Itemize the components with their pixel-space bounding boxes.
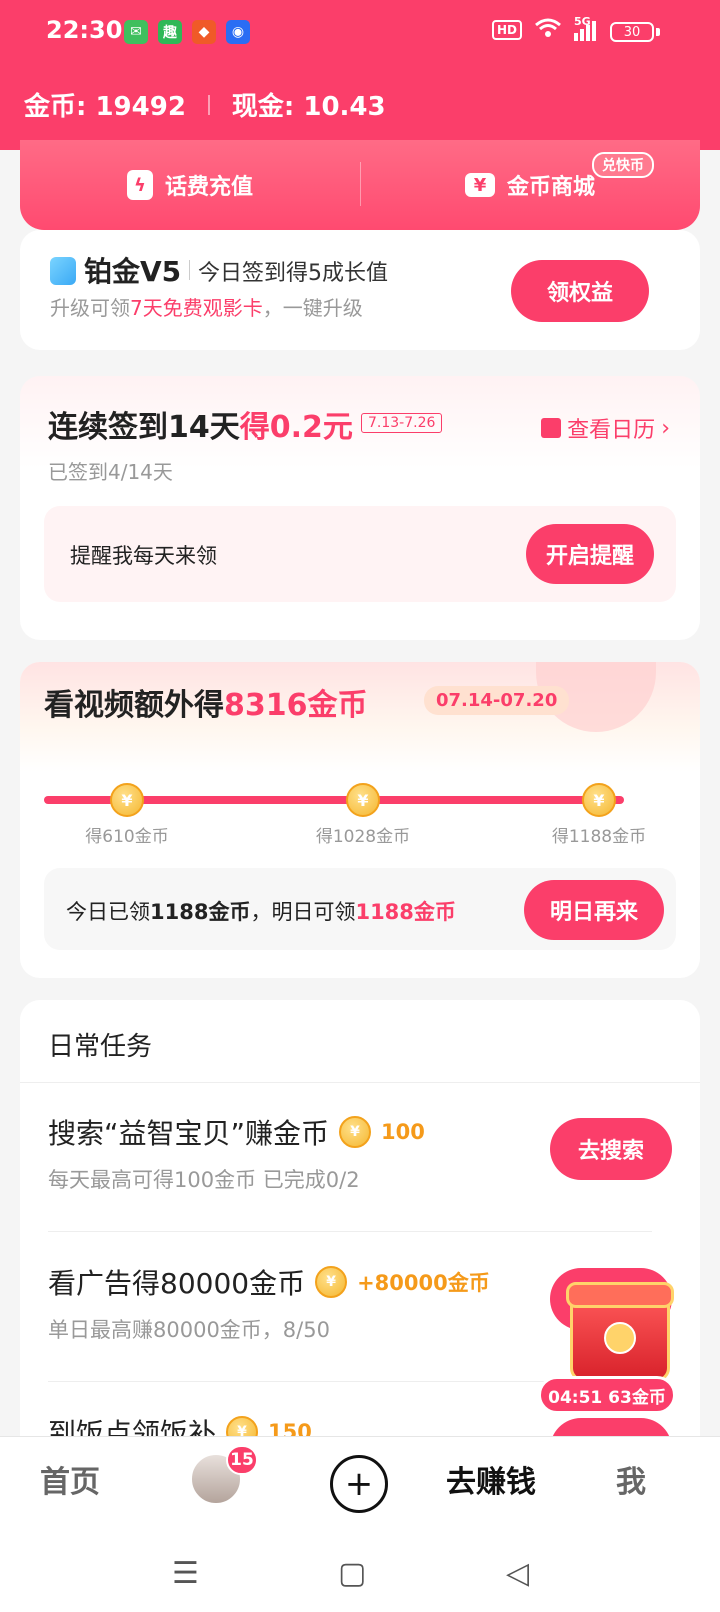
vip-subtitle: 今日签到得5成长值: [198, 261, 388, 286]
checkin-title: 连续签到14天得0.2元: [48, 402, 353, 446]
gift-timer[interactable]: 04:51 63金币: [538, 1376, 676, 1414]
balance-divider: [207, 94, 210, 115]
claim-benefits-button[interactable]: 领权益: [511, 260, 649, 322]
vip-title: 铂金V5: [84, 255, 182, 288]
status-time: 22:30: [46, 16, 123, 44]
signal-icon: 5G: [574, 15, 596, 41]
checkin-title-highlight: 得0.2元: [239, 410, 353, 445]
status-indicators: HD 5G: [491, 15, 596, 42]
gift-coin-icon: [604, 1322, 636, 1354]
qutoutiao-icon: 趣: [158, 20, 182, 44]
vip-desc-suffix: ，一键升级: [262, 296, 363, 320]
reminder-box: 提醒我每天来领 开启提醒: [44, 506, 676, 602]
milestone-label: 得1028金币: [315, 827, 411, 847]
chevron-right-icon: ›: [661, 415, 670, 441]
task-item: 搜索“益智宝贝”赚金币 ¥ 100 每天最高可得100金币 已完成0/2 去搜索: [20, 1082, 700, 1232]
hd-icon: HD: [491, 20, 522, 40]
game-app-icon: ◆: [192, 20, 216, 44]
coin-mall-link[interactable]: ¥ 金币商城 兑快币: [360, 140, 700, 230]
go-search-button[interactable]: 去搜索: [550, 1118, 672, 1180]
back-icon[interactable]: ◁: [506, 1556, 529, 1591]
task-title: 看广告得80000金币: [48, 1267, 306, 1300]
header: 22:30 ✉ 趣 ◆ ◉ HD 5G 30 金币: 19492 现金: 10.…: [0, 0, 720, 150]
status-bar: 22:30 ✉ 趣 ◆ ◉ HD 5G 30: [0, 0, 720, 66]
home-icon[interactable]: ▢: [338, 1556, 366, 1591]
checkin-card: 连续签到14天得0.2元 7.13-7.26 查看日历 › 已签到4/14天 提…: [20, 376, 700, 640]
enable-reminder-button[interactable]: 开启提醒: [526, 524, 654, 584]
plus-icon[interactable]: +: [330, 1455, 388, 1513]
video-bonus-card: 看视频额外得8316金币 07.14-07.20 ¥ ¥ ¥ 得610金币 得1…: [20, 662, 700, 978]
nav-home[interactable]: 首页: [40, 1457, 100, 1501]
quicklinks-bar: ϟ 话费充值 ¥ 金币商城 兑快币: [20, 140, 700, 230]
phone-bolt-icon: ϟ: [126, 170, 153, 200]
video-bonus-date-range: 07.14-07.20: [424, 686, 570, 715]
bottom-navigation: 首页 15 + 去赚钱 我: [0, 1436, 720, 1530]
come-back-tomorrow-button[interactable]: 明日再来: [524, 880, 664, 940]
task-reward: +80000金币: [357, 1271, 490, 1295]
claim-status-text: 今日已领1188金币，明日可领1188金币: [66, 896, 456, 926]
coin-balance: 金币: 19492: [24, 92, 186, 122]
task-reward: 100: [381, 1120, 425, 1144]
video-bonus-title: 看视频额外得8316金币: [44, 680, 368, 724]
view-calendar-label: 查看日历: [567, 418, 656, 443]
coupon-icon: ¥: [464, 173, 495, 197]
vip-desc-highlight: 7天免费观影卡: [130, 296, 263, 320]
reminder-text: 提醒我每天来领: [70, 544, 217, 568]
claimed-amount: 1188金币: [150, 900, 251, 924]
claimed-prefix: 今日已领: [66, 900, 150, 924]
baidu-icon: ◉: [226, 20, 250, 44]
checkin-date-range: 7.13-7.26: [361, 413, 443, 433]
coin-mall-label: 金币商城: [506, 175, 595, 200]
menu-icon[interactable]: ☰: [172, 1556, 199, 1591]
signal-bar: [592, 21, 596, 41]
coin-icon: ¥: [339, 1116, 372, 1148]
phone-recharge-link[interactable]: ϟ 话费充值: [20, 140, 360, 230]
gift-box-lid: [566, 1282, 674, 1308]
cash-balance: 现金: 10.43: [231, 92, 386, 122]
task-name: 搜索“益智宝贝”赚金币 ¥ 100: [48, 1112, 425, 1152]
vip-card: 铂金V5 今日签到得5成长值 升级可领7天免费观影卡，一键升级 领权益: [20, 230, 700, 350]
vip-desc-prefix: 升级可领: [50, 296, 130, 320]
milestone-label: 得1188金币: [551, 827, 647, 847]
milestone-coin-icon: ¥: [110, 783, 144, 817]
checkin-progress: 已签到4/14天: [48, 460, 173, 484]
checkin-title-prefix: 连续签到14天: [48, 410, 240, 445]
wifi-icon: [534, 18, 562, 42]
network-type: 5G: [574, 15, 591, 28]
milestone-coin-icon: ¥: [582, 783, 616, 817]
task-description: 每天最高可得100金币 已完成0/2: [48, 1168, 360, 1192]
video-title-highlight: 8316金币: [224, 688, 368, 723]
battery-level: 30: [623, 24, 641, 40]
claim-status-box: 今日已领1188金币，明日可领1188金币 明日再来: [44, 868, 676, 950]
tomorrow-amount: 1188金币: [355, 900, 456, 924]
phone-recharge-label: 话费充值: [164, 175, 253, 200]
battery-cap: [656, 28, 660, 36]
status-app-icons: ✉ 趣 ◆ ◉: [124, 20, 250, 44]
vip-level-icon: [50, 257, 76, 285]
vip-divider: [189, 260, 190, 280]
claimed-mid: ，明日可领: [250, 900, 356, 924]
message-app-icon: ✉: [124, 20, 148, 44]
notification-badge: 15: [226, 1445, 258, 1475]
video-title-prefix: 看视频额外得: [44, 688, 224, 723]
coin-mall-badge: 兑快币: [592, 152, 654, 178]
coin-icon: ¥: [315, 1266, 348, 1298]
task-name: 看广告得80000金币 ¥ +80000金币: [48, 1262, 490, 1302]
daily-tasks-title: 日常任务: [48, 1032, 153, 1062]
milestone-label: 得610金币: [85, 827, 169, 847]
nav-me[interactable]: 我: [616, 1457, 646, 1501]
task-title: 搜索“益智宝贝”赚金币: [48, 1117, 330, 1150]
vip-description: 升级可领7天免费观影卡，一键升级: [50, 292, 363, 321]
view-calendar-link[interactable]: 查看日历 ›: [541, 412, 670, 444]
calendar-icon: [541, 418, 562, 438]
signal-bar: [574, 33, 578, 41]
balance-row: 金币: 19492 现金: 10.43: [24, 86, 386, 123]
nav-earn[interactable]: 去赚钱: [446, 1457, 536, 1501]
task-description: 单日最高赚80000金币，8/50: [48, 1318, 330, 1342]
signal-bar: [580, 29, 584, 41]
milestone-coin-icon: ¥: [346, 783, 380, 817]
system-navigation: ☰ ▢ ◁: [0, 1530, 720, 1612]
battery-icon: 30: [610, 22, 654, 42]
